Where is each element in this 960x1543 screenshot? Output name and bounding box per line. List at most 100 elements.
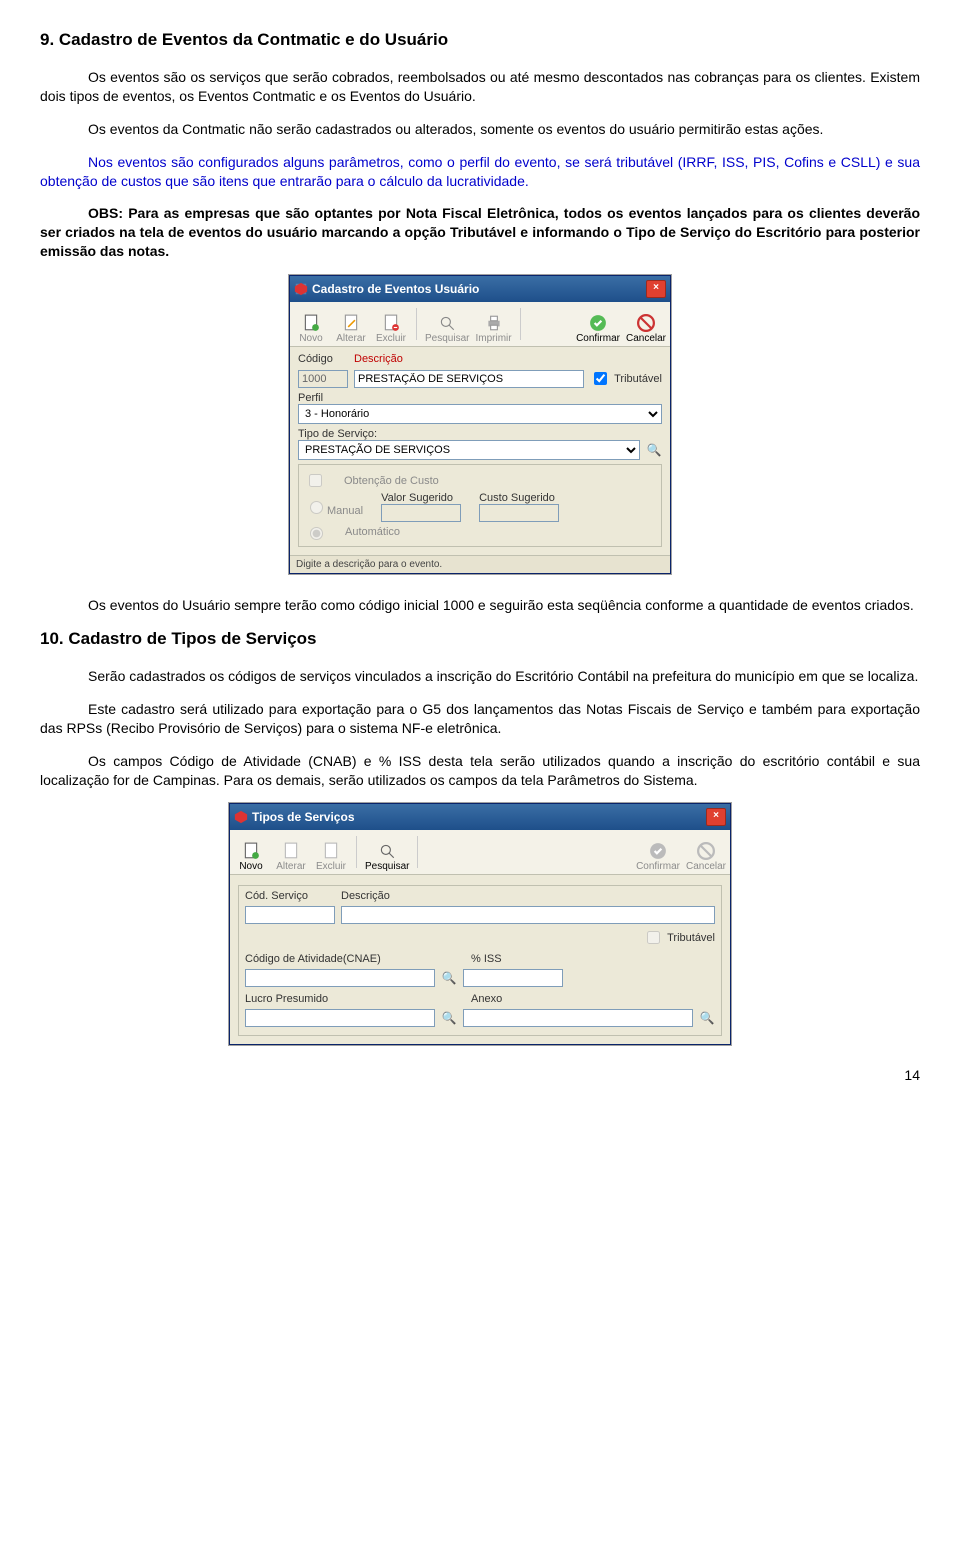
print-icon (485, 314, 503, 332)
excluir-button[interactable]: Excluir (314, 842, 348, 872)
search-icon (378, 842, 396, 860)
dialog-title: Cadastro de Eventos Usuário (312, 282, 646, 296)
label-tributavel: Tributável (614, 373, 662, 385)
tool-label: Cancelar (686, 861, 726, 872)
label-cod-atividade: Código de Atividade(CNAE) (245, 953, 465, 965)
confirm-icon (589, 314, 607, 332)
paragraph: Os eventos são os serviços que serão cob… (40, 68, 920, 106)
form-area: Cód. Serviço Descrição Tributável Código… (230, 875, 730, 1044)
cancel-icon (637, 314, 655, 332)
toolbar: Novo Alterar Excluir Pesquisar Confirmar… (230, 830, 730, 875)
novo-button[interactable]: Novo (294, 314, 328, 344)
label-cod-servico: Cód. Serviço (245, 890, 335, 902)
pesquisar-button[interactable]: Pesquisar (365, 842, 409, 872)
label-codigo: Código (298, 353, 348, 365)
tool-label: Alterar (336, 333, 365, 344)
descricao-field[interactable] (354, 370, 584, 388)
confirmar-button[interactable]: Confirmar (576, 314, 620, 344)
confirm-icon (649, 842, 667, 860)
cancelar-button[interactable]: Cancelar (626, 314, 666, 344)
tool-label: Confirmar (636, 861, 680, 872)
form-panel: Cód. Serviço Descrição Tributável Código… (238, 885, 722, 1036)
section-9-title: 9. Cadastro de Eventos da Contmatic e do… (40, 30, 920, 50)
label-iss: % ISS (471, 953, 571, 965)
tool-label: Pesquisar (365, 861, 409, 872)
label-custo-sugerido: Custo Sugerido (479, 492, 559, 504)
edit-icon (342, 314, 360, 332)
tool-label: Novo (299, 333, 322, 344)
tool-label: Excluir (316, 861, 346, 872)
page-number: 14 (40, 1067, 920, 1083)
checkbox-icon (647, 931, 660, 944)
alterar-button[interactable]: Alterar (334, 314, 368, 344)
tipo-servico-select[interactable]: PRESTAÇÃO DE SERVIÇOS (298, 440, 640, 460)
valor-sugerido-field (381, 504, 461, 522)
toolbar-separator (356, 836, 357, 868)
search-icon[interactable]: 🔍 (441, 970, 457, 986)
descricao-field[interactable] (341, 906, 715, 924)
cod-servico-field[interactable] (245, 906, 335, 924)
label-lucro-presumido: Lucro Presumido (245, 993, 465, 1005)
section-10-title: 10. Cadastro de Tipos de Serviços (40, 629, 920, 649)
label-obt-custo: Obtenção de Custo (344, 475, 439, 487)
close-icon[interactable]: × (646, 280, 666, 298)
toolbar-separator (417, 836, 418, 868)
dialog-cadastro-eventos-usuario: Cadastro de Eventos Usuário × Novo Alter… (289, 275, 671, 574)
edit-icon (282, 842, 300, 860)
obtencao-custo-checkbox: Obtenção de Custo (305, 471, 655, 490)
new-file-icon (302, 314, 320, 332)
alterar-button[interactable]: Alterar (274, 842, 308, 872)
automatico-radio: Automático (305, 524, 655, 540)
toolbar-separator (520, 308, 521, 340)
tributavel-checkbox: Tributável (643, 928, 715, 947)
search-icon[interactable]: 🔍 (699, 1010, 715, 1026)
perfil-select[interactable]: 3 - Honorário (298, 404, 662, 424)
radio-icon (310, 501, 323, 514)
label-valor-sugerido: Valor Sugerido (381, 492, 461, 504)
paragraph: Os eventos do Usuário sempre terão como … (40, 596, 920, 615)
lucro-presumido-field[interactable] (245, 1009, 435, 1027)
app-icon (234, 810, 248, 824)
confirmar-button[interactable]: Confirmar (636, 842, 680, 872)
novo-button[interactable]: Novo (234, 842, 268, 872)
label-descricao: Descrição (341, 890, 715, 902)
pesquisar-button[interactable]: Pesquisar (425, 314, 469, 344)
excluir-button[interactable]: Excluir (374, 314, 408, 344)
tool-label: Pesquisar (425, 333, 469, 344)
paragraph: Os eventos da Contmatic não serão cadast… (40, 120, 920, 139)
tributavel-checkbox[interactable]: Tributável (590, 369, 662, 388)
label-perfil: Perfil (298, 392, 662, 404)
titlebar[interactable]: Tipos de Serviços × (230, 804, 730, 830)
paragraph: Este cadastro será utilizado para export… (40, 700, 920, 738)
new-file-icon (242, 842, 260, 860)
tool-label: Cancelar (626, 333, 666, 344)
iss-field[interactable] (463, 969, 563, 987)
label-anexo: Anexo (471, 993, 715, 1005)
paragraph: Os campos Código de Atividade (CNAB) e %… (40, 752, 920, 790)
tool-label: Alterar (276, 861, 305, 872)
delete-icon (382, 314, 400, 332)
obtencao-custo-panel: Obtenção de Custo Manual Valor Sugerido … (298, 464, 662, 547)
anexo-field[interactable] (463, 1009, 693, 1027)
search-icon[interactable]: 🔍 (646, 442, 662, 458)
dialog-tipos-servicos: Tipos de Serviços × Novo Alterar Excluir… (229, 803, 731, 1045)
tool-label: Novo (239, 861, 262, 872)
cancelar-button[interactable]: Cancelar (686, 842, 726, 872)
close-icon[interactable]: × (706, 808, 726, 826)
titlebar[interactable]: Cadastro de Eventos Usuário × (290, 276, 670, 302)
search-icon (438, 314, 456, 332)
tool-label: Imprimir (475, 333, 511, 344)
cod-atividade-field[interactable] (245, 969, 435, 987)
custo-sugerido-field (479, 504, 559, 522)
label-tipo-servico: Tipo de Serviço: (298, 428, 662, 440)
delete-icon (322, 842, 340, 860)
label-descricao: Descrição (354, 353, 576, 365)
paragraph-note: Nos eventos são configurados alguns parâ… (40, 153, 920, 191)
cancel-icon (697, 842, 715, 860)
checkbox-icon (309, 474, 322, 487)
tool-label: Excluir (376, 333, 406, 344)
imprimir-button[interactable]: Imprimir (475, 314, 511, 344)
dialog-title: Tipos de Serviços (252, 810, 706, 824)
checkbox-icon[interactable] (594, 372, 607, 385)
search-icon[interactable]: 🔍 (441, 1010, 457, 1026)
